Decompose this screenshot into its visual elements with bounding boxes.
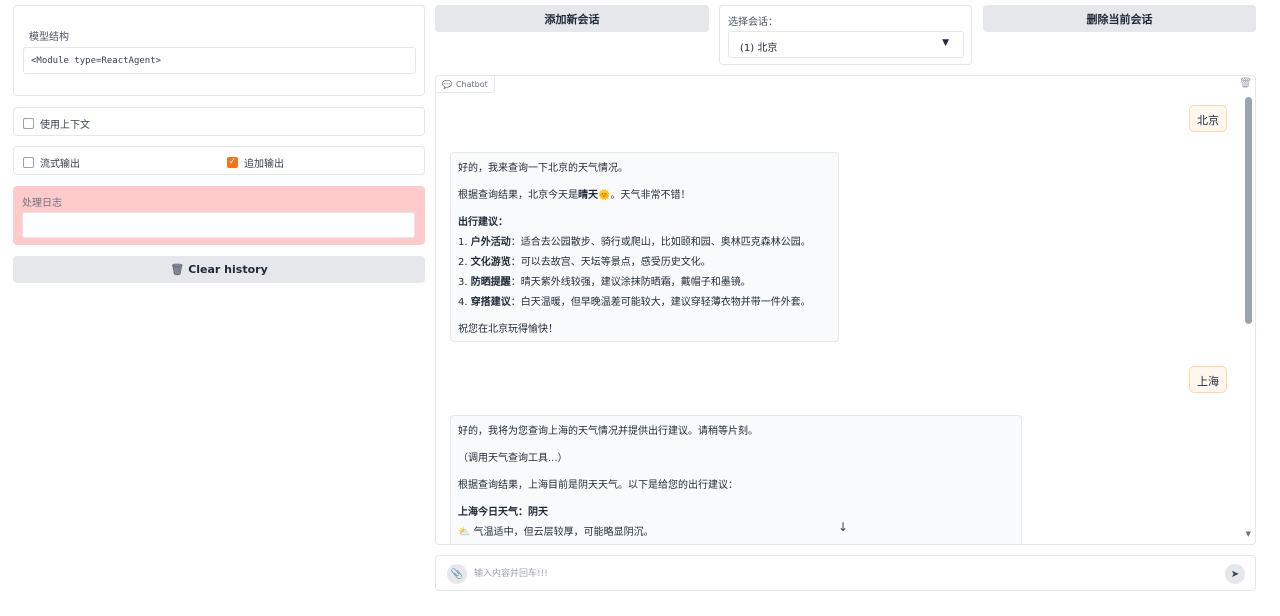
bot-paragraph: （调用天气查询工具...） <box>458 453 568 464</box>
scroll-to-bottom-icon[interactable]: ↓ <box>838 520 848 534</box>
delete-session-button[interactable]: 删除当前会话 <box>983 5 1256 32</box>
list-key: 穿搭建议 <box>470 297 511 308</box>
list-item: 1. 户外活动：适合去公园散步、骑行或爬山，比如颐和园、奥林匹克森林公园。 <box>458 233 831 253</box>
bot-paragraph: 根据查询结果，北京今天是晴天🌞。天气非常不错！ <box>458 186 831 206</box>
bot-paragraph: ⛅ 气温适中，但云层较厚，可能略显阴沉。 <box>458 527 654 538</box>
user-message: 北京 <box>1189 105 1227 132</box>
list-key: 防晒提醒 <box>470 277 511 288</box>
session-select-panel: 选择会话： (1) 北京 ▼ <box>719 5 972 65</box>
bot-paragraph: 好的，我来查询一下北京的天气情况。 <box>458 163 628 174</box>
list-key: 户外活动 <box>470 237 511 248</box>
list-number: 1. <box>458 237 468 248</box>
bot-heading-text: 上海今日天气：阴天 <box>458 507 548 518</box>
list-item: 3. 防晒提醒：晴天紫外线较强，建议涂抹防晒霜，戴帽子和墨镜。 <box>458 273 831 293</box>
use-context-label: 使用上下文 <box>40 120 90 131</box>
chatbot-panel: 💬 Chatbot 🗑 北京 好的，我来查询一下北京的天气情况。 根据查询结果，… <box>435 75 1256 545</box>
chat-icon: 💬 <box>442 79 452 89</box>
bot-heading-text: 出行建议： <box>458 217 508 228</box>
caret-down-icon: ▼ <box>942 38 949 48</box>
paperclip-icon[interactable]: 📎 <box>447 564 467 584</box>
scrollbar[interactable] <box>1245 97 1252 324</box>
list-value: ：可以去故宫、天坛等景点，感受历史文化。 <box>510 257 711 268</box>
session-select-label: 选择会话： <box>728 17 778 28</box>
session-select[interactable]: (1) 北京 ▼ <box>728 31 964 58</box>
list-value: ：适合去公园散步、骑行或爬山，比如颐和园、奥林匹克森林公园。 <box>510 237 811 248</box>
message-input-panel: 📎 ➤ <box>435 555 1256 591</box>
bot-paragraph: 祝您在北京玩得愉快！ <box>458 324 558 335</box>
clear-history-button[interactable]: 🗑 Clear history <box>13 256 425 283</box>
list-number: 3. <box>458 277 468 288</box>
use-context-checkbox[interactable] <box>23 118 34 129</box>
list-value: ：白天温暖，但早晚温差可能较大，建议穿轻薄衣物并带一件外套。 <box>510 297 811 308</box>
scroll-down-arrow-icon[interactable]: ▼ <box>1246 530 1251 538</box>
list-number: 2. <box>458 257 468 268</box>
output-options-panel: 流式输出 ✓ 追加输出 <box>13 146 425 175</box>
message-input[interactable] <box>474 565 1174 583</box>
model-structure-field[interactable]: <Module type=ReactAgent> <box>23 47 416 74</box>
bot-text: 🌞。天气非常不错！ <box>598 190 691 201</box>
list-key: 文化游览 <box>470 257 511 268</box>
check-icon: ✓ <box>228 157 237 167</box>
add-session-button[interactable]: 添加新会话 <box>435 5 709 32</box>
model-structure-label: 模型结构 <box>29 32 69 43</box>
processing-log-label: 处理日志 <box>22 198 62 209</box>
context-panel: 使用上下文 <box>13 107 425 136</box>
chatbot-tag-label: Chatbot <box>455 79 488 89</box>
bot-paragraph: 根据查询结果，上海目前是阴天天气。以下是给您的出行建议： <box>458 480 738 491</box>
use-context-checkbox-row[interactable]: 使用上下文 <box>23 116 90 131</box>
append-output-checkbox-row[interactable]: ✓ 追加输出 <box>227 155 284 170</box>
stream-output-label: 流式输出 <box>40 159 80 170</box>
stream-output-checkbox[interactable] <box>23 157 34 168</box>
send-icon[interactable]: ➤ <box>1225 564 1245 584</box>
stream-output-checkbox-row[interactable]: 流式输出 <box>23 155 80 170</box>
append-output-label: 追加输出 <box>244 159 284 170</box>
bot-paragraph: 好的，我将为您查询上海的天气情况并提供出行建议。请稍等片刻。 <box>458 426 758 437</box>
bot-message: 好的，我来查询一下北京的天气情况。 根据查询结果，北京今天是晴天🌞。天气非常不错… <box>450 152 839 342</box>
list-item: 2. 文化游览：可以去故宫、天坛等景点，感受历史文化。 <box>458 253 831 273</box>
append-output-checkbox[interactable]: ✓ <box>227 157 238 168</box>
list-value: ：晴天紫外线较强，建议涂抹防晒霜，戴帽子和墨镜。 <box>510 277 751 288</box>
bot-text: 根据查询结果，北京今天是 <box>458 190 578 201</box>
clear-history-label: Clear history <box>188 263 268 276</box>
user-message: 上海 <box>1189 366 1227 393</box>
bot-heading: 出行建议： <box>458 213 831 233</box>
model-structure-panel: 模型结构 <Module type=ReactAgent> <box>13 5 425 96</box>
chatbot-tag: 💬 Chatbot <box>436 76 495 93</box>
bot-heading: 上海今日天气：阴天 <box>458 503 1014 523</box>
list-number: 4. <box>458 297 468 308</box>
processing-log-panel: 处理日志 <box>13 186 425 245</box>
list-item: 4. 穿搭建议：白天温暖，但早晚温差可能较大，建议穿轻薄衣物并带一件外套。 <box>458 293 831 313</box>
bot-bold-text: 晴天 <box>578 190 598 201</box>
trash-icon: 🗑 <box>170 263 185 276</box>
session-select-value: (1) 北京 <box>740 43 778 54</box>
processing-log-field[interactable] <box>22 212 415 238</box>
trash-icon[interactable]: 🗑 <box>1239 78 1252 89</box>
bot-message: 好的，我将为您查询上海的天气情况并提供出行建议。请稍等片刻。 （调用天气查询工具… <box>450 415 1022 544</box>
